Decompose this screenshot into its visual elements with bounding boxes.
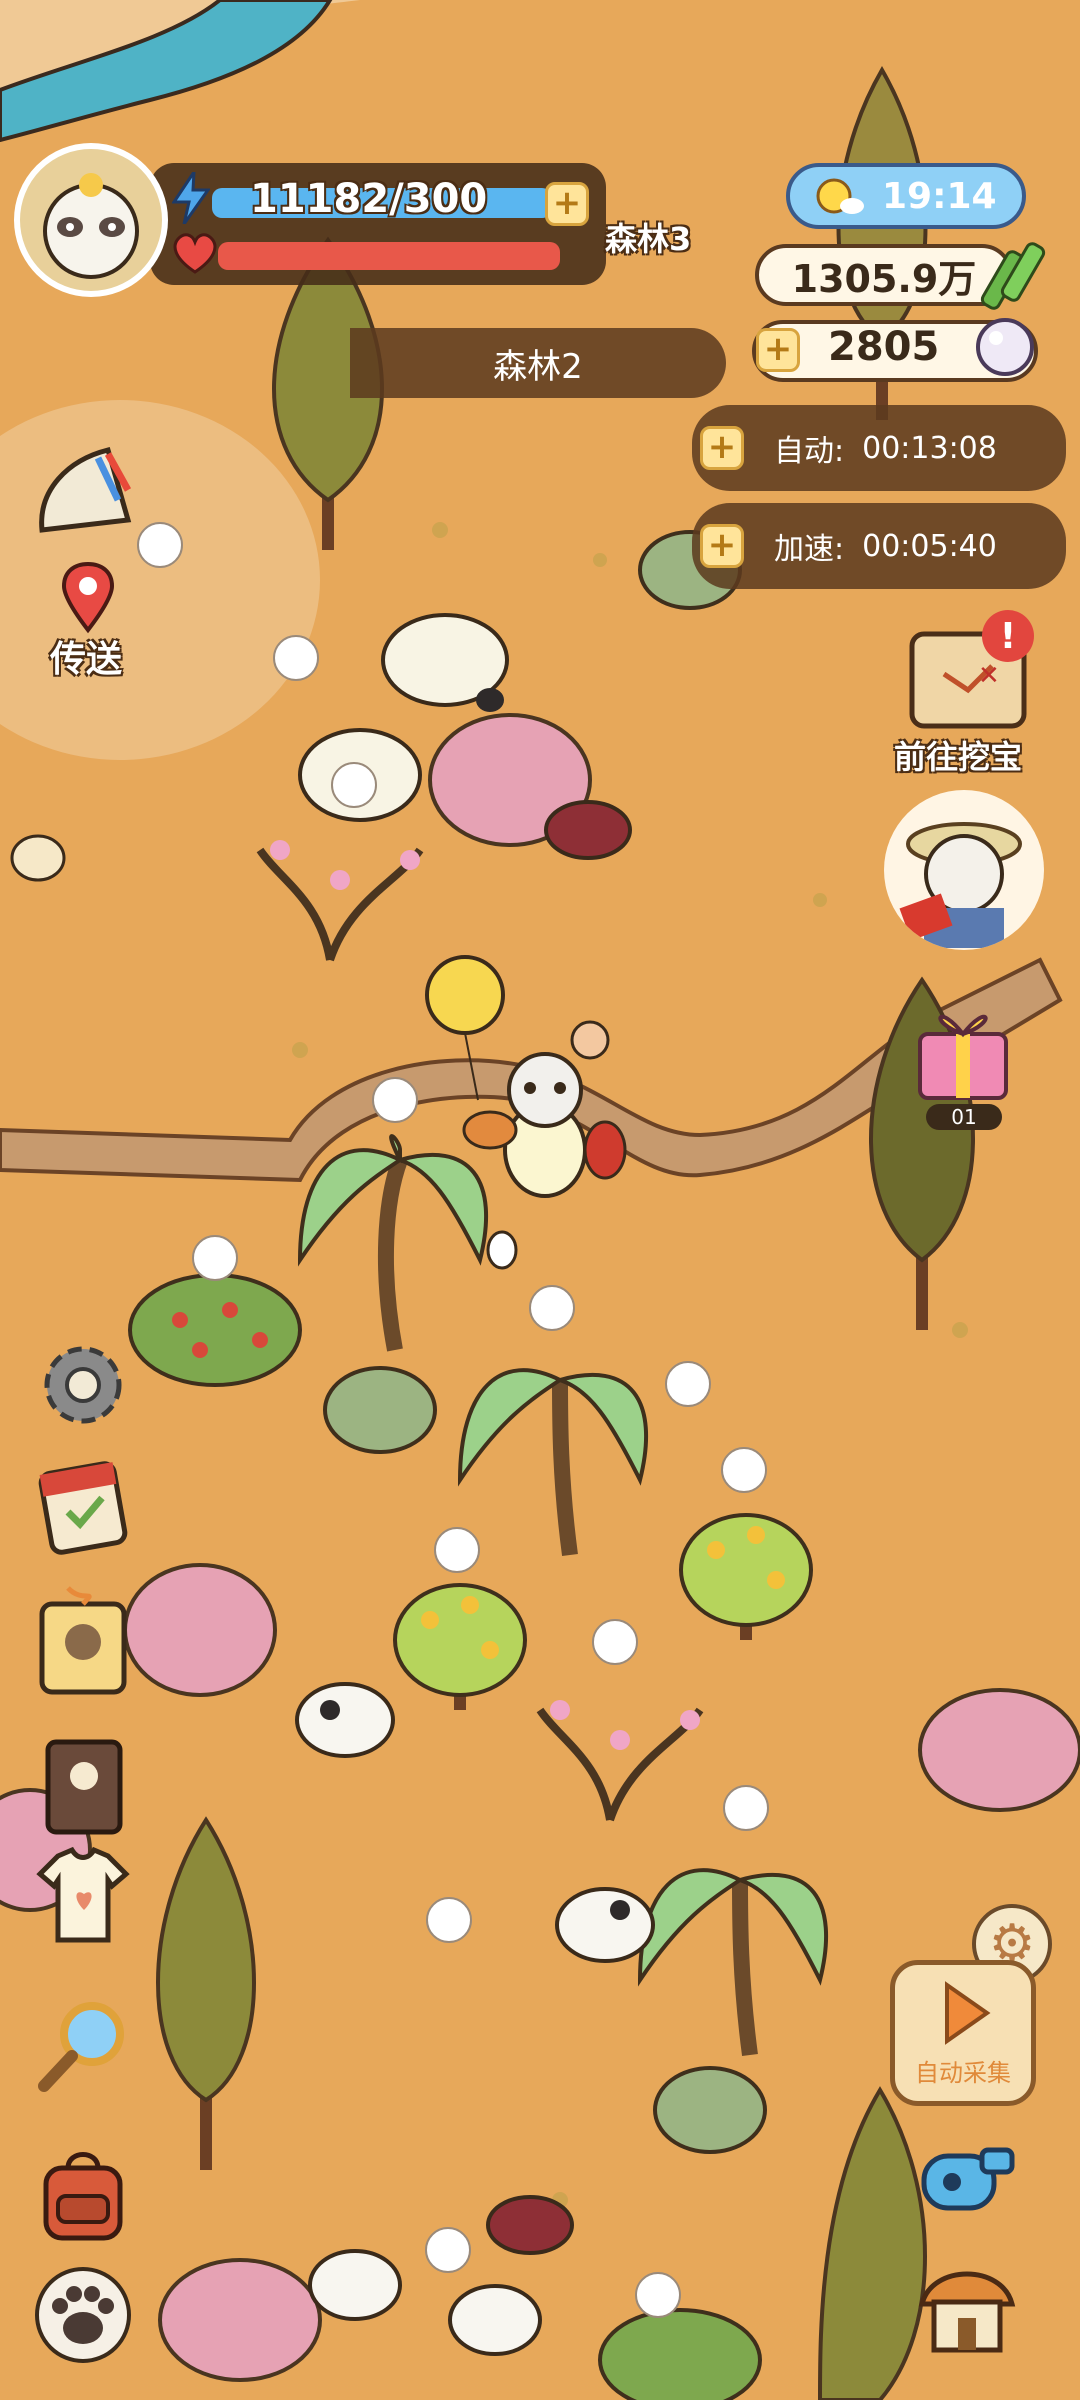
cow: [448, 2284, 542, 2356]
blossom-tree: [256, 847, 424, 962]
speed-timer[interactable]: 加速: 00:05:40: [692, 503, 1066, 589]
pearls-plus-button[interactable]: [756, 328, 800, 372]
time-text: 19:14: [882, 175, 997, 217]
fairy: [570, 1020, 610, 1060]
red-dragon: [583, 1120, 627, 1180]
shirt-icon: [36, 1846, 130, 1943]
energy-text: 11182/300: [250, 176, 488, 222]
pets-button[interactable]: [28, 2260, 138, 2370]
pearls-value: 2805: [828, 324, 940, 370]
calendar-button[interactable]: [28, 1450, 138, 1560]
auto-timer[interactable]: 自动: 00:13:08: [692, 405, 1066, 491]
pink-bush: [158, 2258, 322, 2382]
lightning-icon: [171, 166, 211, 225]
cookbook-icon: [45, 1739, 123, 1835]
auto-time: 00:13:08: [862, 430, 997, 466]
home-button[interactable]: [912, 2250, 1022, 2360]
paw-icon: [35, 2267, 131, 2363]
calendar-icon: [38, 1461, 128, 1555]
pearl-icon: [972, 314, 1038, 380]
teleport-button[interactable]: 传送: [28, 560, 148, 680]
settings-button[interactable]: [28, 1330, 138, 1440]
house-icon: [918, 2271, 1016, 2353]
play-icon: [945, 1981, 991, 2045]
wardrobe-button[interactable]: [28, 1840, 138, 1950]
current-area-name: 森林2: [493, 346, 583, 387]
speed-plus-button[interactable]: [700, 524, 744, 568]
player-avatar[interactable]: [14, 143, 168, 297]
berry-bush: [128, 1273, 302, 1387]
quest-tag-button[interactable]: [28, 1580, 138, 1695]
cookbook-button[interactable]: [28, 1730, 138, 1840]
bamboo-icon: [980, 232, 1050, 312]
search-button[interactable]: [28, 1990, 138, 2100]
auto-collect-button[interactable]: 自动采集: [890, 1960, 1036, 2106]
palm-tree: [297, 1134, 489, 1352]
magnifier-icon: [38, 2002, 124, 2092]
skull-tag-icon: [39, 1586, 127, 1695]
palm-tree: [457, 1368, 649, 1557]
fruit-tree: [679, 1513, 813, 1640]
area-name-overlay: 森林3: [605, 220, 692, 258]
coins-panel: 1305.9万: [755, 244, 1013, 306]
green-bush: [653, 2066, 767, 2154]
fan-button[interactable]: [28, 440, 148, 550]
svg-text:✕: ✕: [978, 661, 1000, 691]
current-area-banner: 森林2: [350, 328, 726, 398]
gift-count: 01: [926, 1104, 1002, 1130]
palm-tree: [637, 1868, 829, 2057]
bunny: [486, 1230, 518, 1270]
sheep: [381, 613, 509, 712]
berry-bush: [598, 2308, 762, 2400]
backpack-icon: [43, 2152, 123, 2241]
cow: [308, 2249, 402, 2321]
pink-bush: [918, 1688, 1080, 1812]
sun-cloud-icon: [812, 174, 864, 218]
green-bush: [323, 1366, 437, 1454]
boar: [486, 2195, 574, 2255]
boar: [544, 800, 632, 860]
backpack-button[interactable]: [28, 2140, 138, 2250]
cow: [295, 1682, 395, 1758]
tall-tree: [156, 1816, 256, 2170]
fan-icon: [39, 446, 132, 533]
player-character: [503, 1052, 587, 1198]
coins-value: 1305.9万: [791, 256, 977, 301]
gift-button[interactable]: 01: [908, 1002, 1018, 1132]
tiger-cub: [462, 1110, 518, 1150]
auto-plus-button[interactable]: [700, 426, 744, 470]
speed-time: 00:05:40: [862, 528, 997, 564]
auto-label: 自动:: [774, 434, 845, 469]
npc-portrait-button[interactable]: [884, 790, 1044, 950]
treasure-label: 前往挖宝: [894, 738, 1023, 776]
fruit-tree: [393, 1583, 527, 1710]
blossom-tree: [536, 1707, 704, 1822]
item-bag: [10, 834, 66, 882]
teleport-label: 传送: [50, 639, 123, 680]
treasure-hunt-button[interactable]: ✕ ! 前往挖宝: [888, 610, 1048, 778]
heart-icon: [172, 232, 218, 274]
health-bar: [218, 242, 560, 270]
pink-bush: [123, 1563, 277, 1697]
time-panel: 19:14: [786, 163, 1026, 229]
alert-badge: !: [982, 610, 1034, 662]
gear-icon: [44, 1346, 122, 1424]
whistle-button[interactable]: [912, 2130, 1022, 2230]
auto-collect-label: 自动采集: [915, 2059, 1011, 2087]
speed-label: 加速:: [774, 532, 845, 567]
tall-tree: [818, 2086, 927, 2400]
gift-icon: [918, 1014, 1008, 1100]
energy-plus-button[interactable]: [545, 182, 589, 226]
whistle-icon: [921, 2147, 1015, 2211]
map-pin-icon: [61, 561, 115, 634]
cow: [555, 1887, 655, 1963]
